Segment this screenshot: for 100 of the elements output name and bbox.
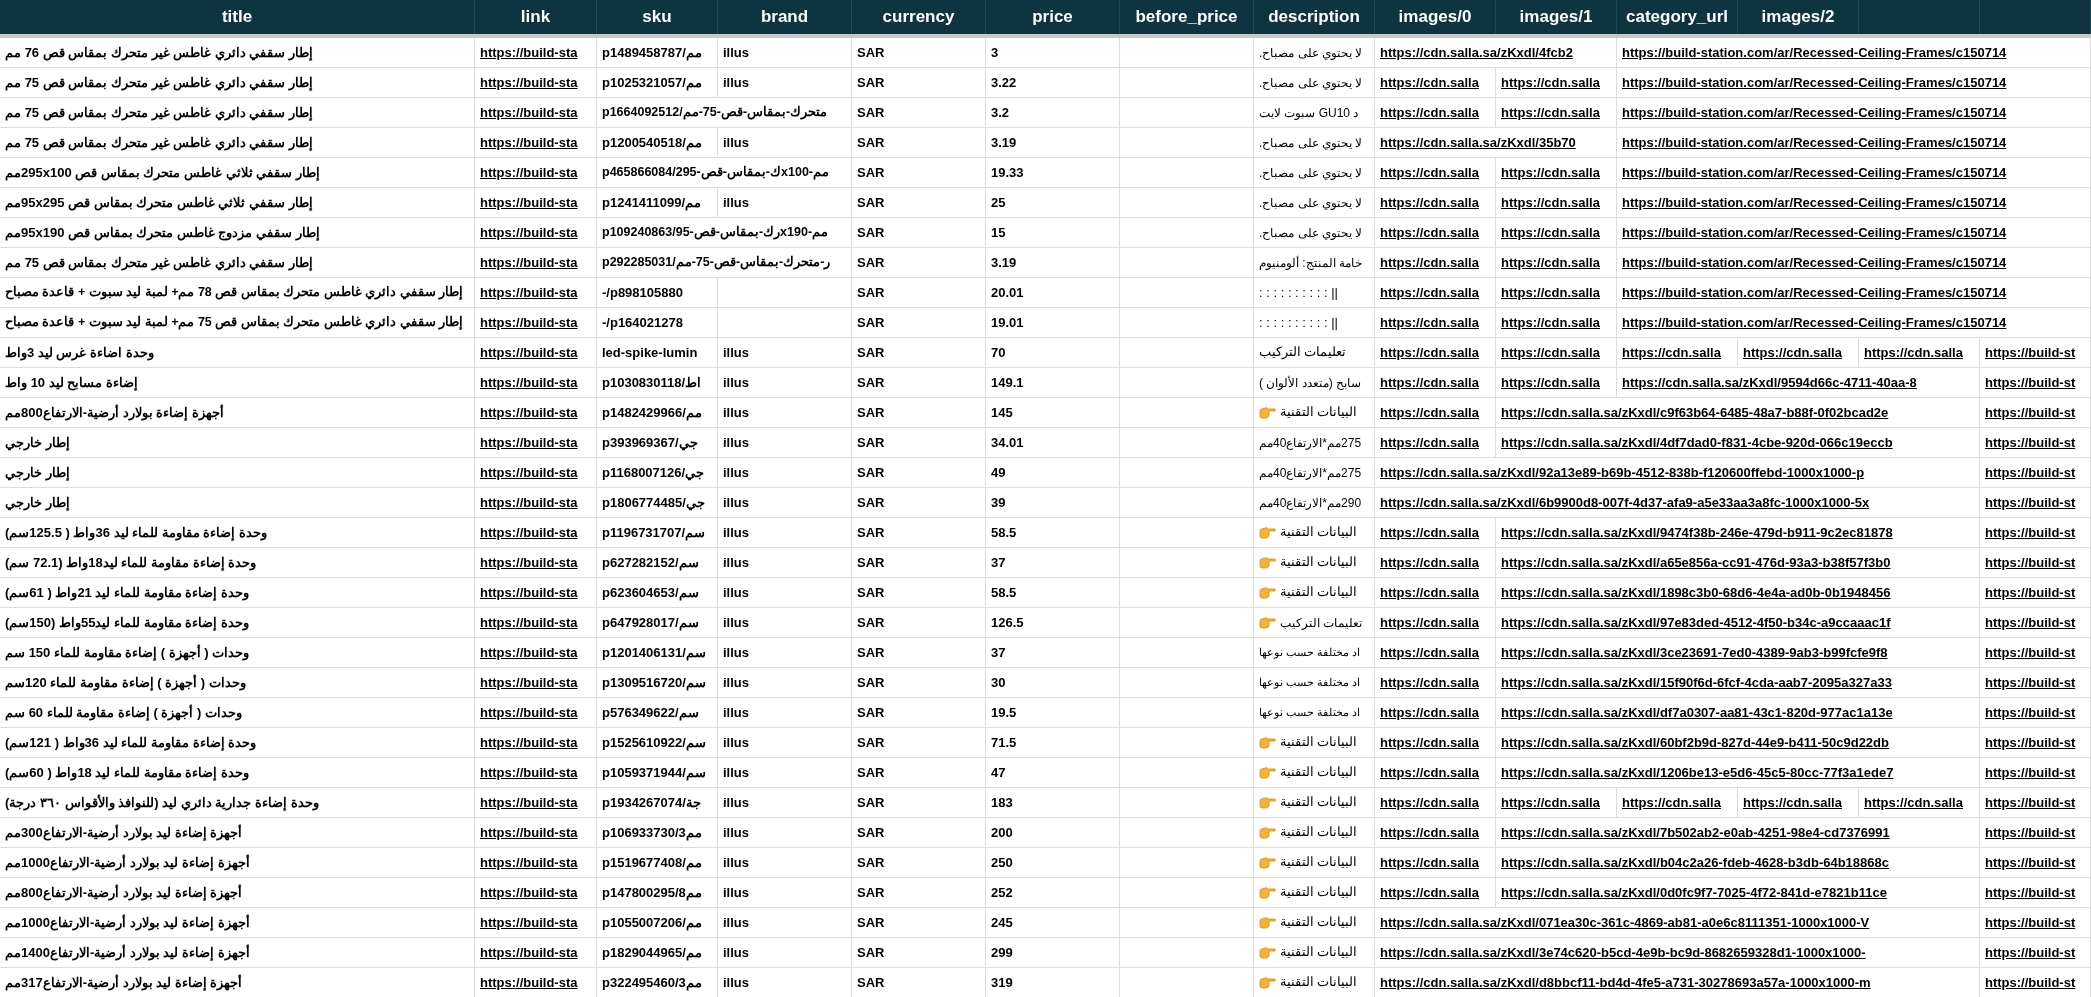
- link-cell: https://build-sta: [475, 608, 597, 637]
- table-cell: SAR: [852, 788, 986, 817]
- link-cell: https://build-station.com/ar/Recessed-Ceiling-Frames/c150714: [1617, 248, 2091, 277]
- table-cell: p1519677408/مم: [597, 848, 718, 877]
- table-cell: p1201406131/سم: [597, 638, 718, 667]
- cell-text: 290مم*الارتفاع40مم: [1259, 494, 1362, 512]
- table-cell: illus: [718, 848, 852, 877]
- cell-text: البيانات التقنية: [1280, 524, 1358, 542]
- table-cell: illus: [718, 788, 852, 817]
- link-cell: https://cdn.salla: [1375, 548, 1496, 577]
- link-cell: https://build-st: [1980, 668, 2091, 697]
- table-cell: وحدة إضاءة مقاومة للماء ليد 36واط ( 121سم): [0, 728, 475, 757]
- link-cell: https://build-station.com/ar/Recessed-Ceiling-Frames/c150714: [1617, 308, 2091, 337]
- link-cell: https://cdn.salla: [1859, 338, 1980, 367]
- link-cell: https://build-sta: [475, 698, 597, 727]
- table-cell: p147800295/8مم: [597, 878, 718, 907]
- link-cell: https://build-st: [1980, 458, 2091, 487]
- link-cell: https://cdn.salla: [1496, 98, 1617, 127]
- column-header: description: [1268, 6, 1360, 29]
- link-cell: https://cdn.salla: [1496, 218, 1617, 247]
- table-cell: SAR: [852, 98, 986, 127]
- table-cell: وحدة إضاءة مقاومة للماء ليد 18واط ( 60سم): [0, 758, 475, 787]
- column-header: category_url: [1625, 6, 1728, 29]
- cell-text: || : : : : : : : : : :: [1259, 313, 1338, 332]
- table-cell: SAR: [852, 38, 986, 67]
- link-cell: https://cdn.salla: [1375, 338, 1496, 367]
- table-cell: illus: [718, 188, 852, 217]
- table-cell: وحدة إضاءة مقاومة للماء ليد 21واط ( 61سم): [0, 578, 475, 607]
- table-cell: 30: [986, 668, 1120, 697]
- column-header: before_price: [1135, 6, 1238, 29]
- table-cell: SAR: [852, 968, 986, 997]
- link-cell: https://cdn.salla.sa/zKxdl/97e83ded-4512-4f50-b34c-a9ccaaac1f: [1496, 608, 1980, 637]
- link-cell: https://build-st: [1980, 578, 2091, 607]
- link-cell: https://cdn.salla.sa/zKxdl/b04c2a26-fdeb-4628-b3db-64b18868c: [1496, 848, 1980, 877]
- table-cell: 34.01: [986, 428, 1120, 457]
- link-cell: https://build-station.com/ar/Recessed-Ceiling-Frames/c150714: [1617, 188, 2091, 217]
- link-cell: https://cdn.salla: [1496, 278, 1617, 307]
- link-cell: https://cdn.salla.sa/zKxdl/92a13e89-b69b-4512-838b-f120600ffebd-1000x1000-p: [1375, 458, 1980, 487]
- table-cell: 20.01: [986, 278, 1120, 307]
- table-cell: SAR: [852, 188, 986, 217]
- table-cell: وحدة إضاءة مقاومة للماء ليد18واط (72.1 سم): [0, 548, 475, 577]
- link-cell: https://cdn.salla: [1375, 608, 1496, 637]
- table-cell: p1241411099/مم: [597, 188, 718, 217]
- link-cell: https://build-station.com/ar/Recessed-Ceiling-Frames/c150714: [1617, 158, 2091, 187]
- link-cell: https://build-sta: [475, 398, 597, 427]
- table-cell: SAR: [852, 398, 986, 427]
- cell-text: 275مم*الارتفاع40مم: [1259, 464, 1362, 482]
- table-cell: 25: [986, 188, 1120, 217]
- link-cell: https://build-sta: [475, 248, 597, 277]
- link-cell: https://cdn.salla.sa/zKxdl/9594d66c-4711-40aa-8: [1617, 368, 1980, 397]
- table-cell: illus: [718, 938, 852, 967]
- table-cell: SAR: [852, 848, 986, 877]
- table-cell: وحدة اضاءة غرس ليد 3واط: [0, 338, 475, 367]
- table-cell: إطار سقفي دائري غاطس غير متحرك بمقاس قص 76 مم: [0, 38, 475, 67]
- cell-text: تعليمات التركيب: [1280, 614, 1363, 632]
- table-cell: إطار خارجي: [0, 458, 475, 487]
- table-cell: أجهزة إضاءة ليد بولارد أرضية-الارتفاع317مم: [0, 968, 475, 997]
- table-cell: 3.2: [986, 98, 1120, 127]
- table-cell: أجهزة إضاءة بولارد أرضية-الارتفاع800مم: [0, 398, 475, 427]
- table-cell: p109240863/رك-بمقاس-قص-95x190-مم: [597, 218, 852, 247]
- table-cell: 49: [986, 458, 1120, 487]
- table-cell: إطار سقفي دائري غاطس متحرك بمقاس قص 78 مم+ لمبة ليد سبوت + قاعدة مصباح: [0, 278, 475, 307]
- table-cell: SAR: [852, 908, 986, 937]
- link-cell: https://build-sta: [475, 668, 597, 697]
- link-cell: https://cdn.salla.sa/zKxdl/c9f63b64-6485-48a7-b88f-0f02bcad2e: [1496, 398, 1980, 427]
- cell-text: 275مم*الارتفاع40مم: [1259, 434, 1362, 452]
- column-header: images/1: [1519, 6, 1593, 29]
- link-cell: https://cdn.salla: [1738, 788, 1859, 817]
- table-cell: illus: [718, 908, 852, 937]
- table-cell: إضاءة مسابح ليد 10 واط: [0, 368, 475, 397]
- table-cell: أجهزة إضاءة ليد بولارد أرضية-الارتفاع300مم: [0, 818, 475, 847]
- cell-text: البيانات التقنية: [1280, 794, 1358, 812]
- cell-text: البيانات التقنية: [1280, 944, 1358, 962]
- table-cell: p623604653/سم: [597, 578, 718, 607]
- link-cell: https://cdn.salla.sa/zKxdl/071ea30c-361c-4869-ab81-a0e6c8111351-1000x1000-V: [1375, 908, 1980, 937]
- table-cell: p1489458787/مم: [597, 38, 718, 67]
- link-cell: https://build-sta: [475, 188, 597, 217]
- table-cell: SAR: [852, 68, 986, 97]
- link-cell: https://cdn.salla: [1375, 698, 1496, 727]
- link-cell: https://build-sta: [475, 128, 597, 157]
- link-cell: https://build-st: [1980, 848, 2091, 877]
- table-cell: 319: [986, 968, 1120, 997]
- cell-text: لا يحتوي على مصباح.: [1259, 164, 1363, 182]
- table-cell: SAR: [852, 428, 986, 457]
- table-cell: illus: [718, 578, 852, 607]
- table-cell: أجهزة إضاءة ليد بولارد أرضية-الارتفاع800مم: [0, 878, 475, 907]
- table-cell: illus: [718, 38, 852, 67]
- table-cell: 3.19: [986, 128, 1120, 157]
- link-cell: https://cdn.salla: [1375, 638, 1496, 667]
- link-cell: https://build-station.com/ar/Recessed-Ceiling-Frames/c150714: [1617, 68, 2091, 97]
- table-cell: 3: [986, 38, 1120, 67]
- table-cell: وحدة إضاءة مقاومة للماء ليد55واط (150سم): [0, 608, 475, 637]
- cell-text: البيانات التقنية: [1280, 974, 1358, 992]
- table-cell: إطار سقفي دائري غاطس متحرك بمقاس قص 75 مم+ لمبة ليد سبوت + قاعدة مصباح: [0, 308, 475, 337]
- link-cell: https://cdn.salla.sa/zKxdl/df7a0307-aa81-43c1-820d-977ac1a13e: [1496, 698, 1980, 727]
- cell-text: لا يحتوي على مصباح.: [1259, 194, 1363, 212]
- cell-text: البيانات التقنية: [1280, 884, 1358, 902]
- table-cell: SAR: [852, 338, 986, 367]
- table-cell: 37: [986, 548, 1120, 577]
- link-cell: https://build-sta: [475, 578, 597, 607]
